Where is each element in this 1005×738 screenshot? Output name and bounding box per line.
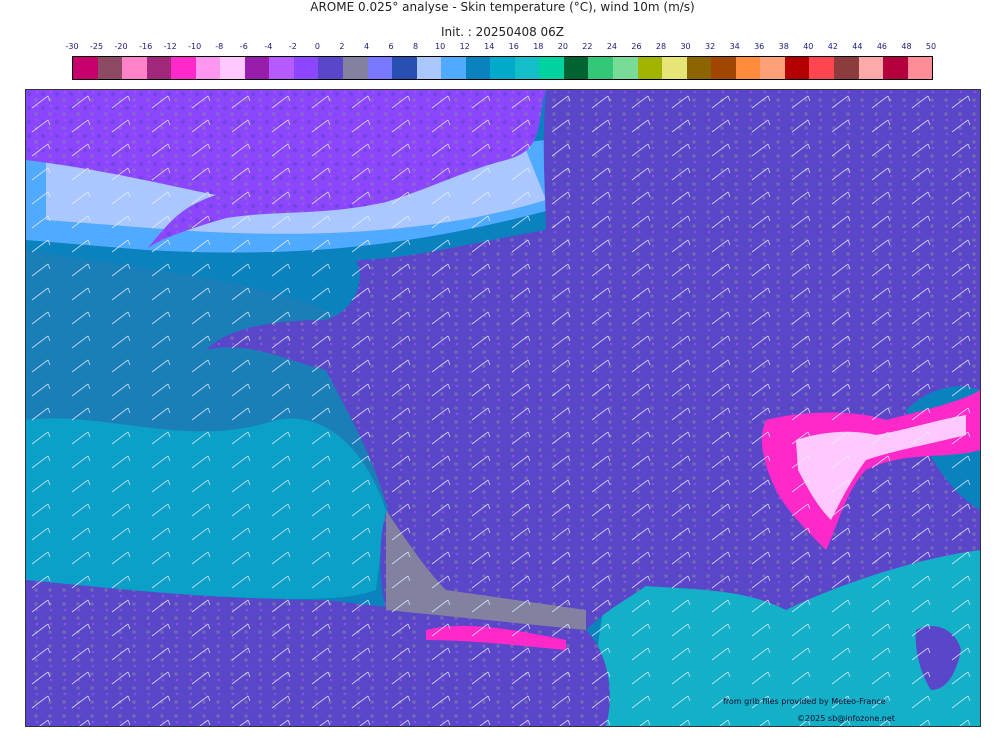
legend-tick-label: -20 <box>114 42 128 51</box>
legend-color-cell <box>784 57 810 79</box>
legend-color-cell <box>343 57 368 79</box>
legend-color-cell <box>833 57 859 79</box>
legend-color-cell <box>490 57 515 79</box>
legend-color-cell <box>563 57 589 79</box>
legend-color-cell <box>220 57 245 79</box>
chart-title: AROME 0.025° analyse - Skin temperature … <box>310 0 695 14</box>
legend-tick-label: 22 <box>582 42 593 51</box>
map-svg <box>26 90 980 726</box>
source-credit: from grib files provided by Meteo-France <box>723 697 886 706</box>
legend-color-cell <box>293 57 319 79</box>
wind-barbs <box>26 90 980 726</box>
color-legend <box>72 56 933 80</box>
legend-color-cell <box>588 57 614 79</box>
legend-color-cell <box>392 57 417 79</box>
legend-tick-label: 38 <box>778 42 789 51</box>
legend-color-cell <box>146 57 172 79</box>
temperature-map <box>25 89 981 727</box>
legend-color-cell <box>367 57 393 79</box>
legend-tick-label: 32 <box>705 42 716 51</box>
legend-color-cell <box>686 57 712 79</box>
legend-tick-label: 48 <box>901 42 912 51</box>
legend-tick-label: 24 <box>606 42 618 51</box>
legend-color-cell <box>907 57 933 79</box>
legend-color-cell <box>809 57 834 79</box>
legend-tick-label: -10 <box>188 42 202 51</box>
legend-tick-label: 42 <box>827 42 838 51</box>
legend-tick-label: 6 <box>388 42 394 51</box>
legend-color-cell <box>73 57 98 79</box>
legend-color-cell <box>662 57 687 79</box>
legend-tick-label: 12 <box>459 42 470 51</box>
legend-tick-label: 28 <box>655 42 667 51</box>
init-time: Init. : 20250408 06Z <box>440 25 565 39</box>
legend-color-cell <box>441 57 466 79</box>
legend-tick-label: -2 <box>288 42 297 51</box>
legend-color-cell <box>195 57 221 79</box>
legend-color-cell <box>244 57 270 79</box>
legend-tick-label: 46 <box>876 42 887 51</box>
legend-color-cell <box>858 57 884 79</box>
legend-tick-label: 4 <box>363 42 370 51</box>
legend-tick-label: 18 <box>533 42 544 51</box>
legend-color-cell <box>735 57 761 79</box>
legend-color-cell <box>122 57 147 79</box>
legend-color-cell <box>760 57 785 79</box>
legend-tick-label: 50 <box>925 42 937 51</box>
legend-color-cell <box>465 57 491 79</box>
legend-color-cell <box>269 57 294 79</box>
legend-labels: -30 -25 -20 -16 -12 -10 -8 -6 -4 -2 0 2 4 6 8 10 12 14 16 1… <box>60 42 940 54</box>
legend-color-cell <box>883 57 908 79</box>
legend-tick-label: 0 <box>314 42 320 51</box>
legend-tick-label: -6 <box>239 42 248 51</box>
legend-tick-label: -30 <box>65 42 79 51</box>
legend-tick-label: 10 <box>435 42 446 51</box>
legend-tick-label: -25 <box>89 42 104 51</box>
legend-color-cell <box>514 57 540 79</box>
legend-color-cell <box>637 57 663 79</box>
legend-tick-label: 26 <box>631 42 642 51</box>
legend-tick-label: 16 <box>508 42 519 51</box>
legend-color-cell <box>613 57 638 79</box>
legend-tick-label: -12 <box>163 42 177 51</box>
legend-color-cell <box>711 57 736 79</box>
legend-tick-label: 30 <box>680 42 691 51</box>
legend-tick-label: 8 <box>413 42 419 51</box>
legend-tick-label: -4 <box>264 42 273 51</box>
legend-tick-label: 36 <box>754 42 765 51</box>
legend-color-cell <box>416 57 442 79</box>
legend-tick-label: 34 <box>729 42 740 51</box>
legend-tick-label: -16 <box>139 42 153 51</box>
legend-tick-label: 14 <box>484 42 495 51</box>
legend-tick-label: 20 <box>557 42 568 51</box>
legend-color-cell <box>539 57 564 79</box>
legend-tick-label: 2 <box>339 42 345 51</box>
legend-color-cell <box>318 57 344 79</box>
legend-tick-label: -8 <box>215 42 224 51</box>
copyright-credit: ©2025 sb@infozone.net <box>797 714 895 723</box>
legend-color-cell <box>97 57 123 79</box>
legend-tick-label: 40 <box>803 42 814 51</box>
legend-tick-label: 44 <box>852 42 863 51</box>
legend-color-cell <box>171 57 196 79</box>
